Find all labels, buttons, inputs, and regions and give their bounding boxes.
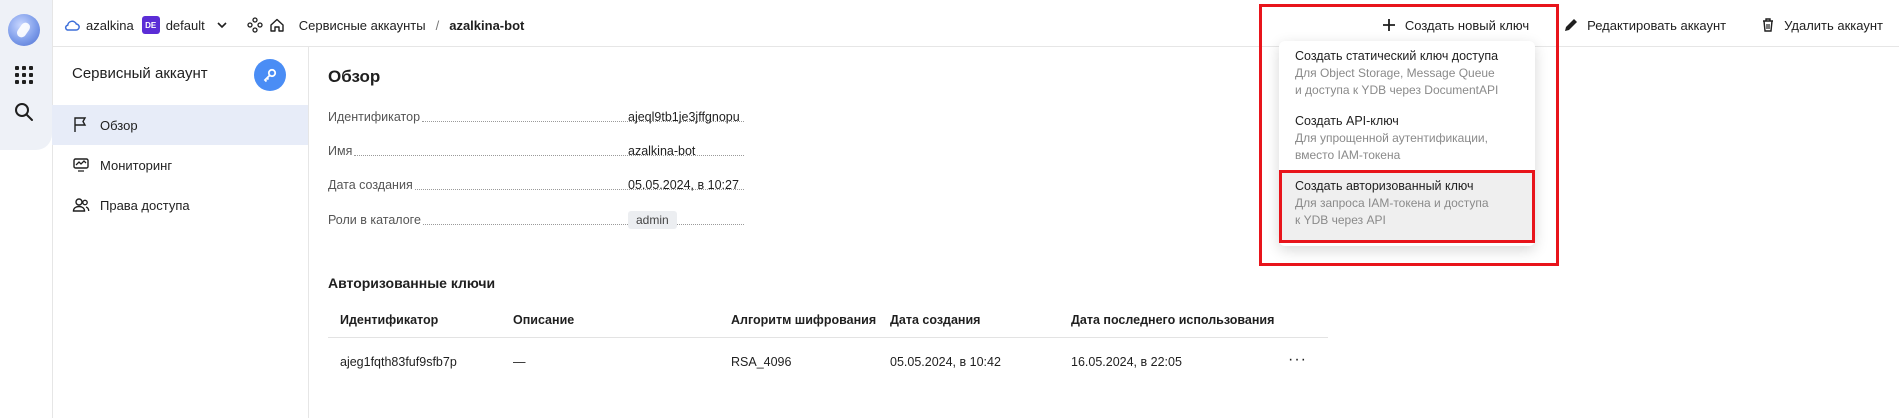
delete-account-label: Удалить аккаунт — [1784, 17, 1883, 33]
role-tag: admin — [628, 211, 677, 229]
key-icon — [263, 68, 277, 83]
dotted-leader — [422, 223, 744, 225]
breadcrumb-separator: / — [435, 17, 440, 33]
table-header: Идентификатор Описание Алгоритм шифрован… — [328, 307, 1328, 338]
column-header[interactable]: Дата создания — [890, 313, 980, 327]
users-icon — [72, 198, 90, 212]
folder-badge: DE — [141, 16, 160, 34]
service-account-sidebar: Сервисный аккаунт Обзор Мониторинг Права… — [52, 47, 309, 418]
table-cell: 05.05.2024, в 10:42 — [890, 355, 1001, 369]
row-menu-button[interactable]: ··· — [1288, 351, 1307, 369]
sidebar-item-overview[interactable]: Обзор — [52, 105, 308, 145]
table-row[interactable]: ajeg1fqth83fuf9sfb7p — RSA_4096 05.05.20… — [328, 349, 1328, 377]
prop-row-id: Идентификатор ajeql9tb1je3jffgnopu — [328, 107, 748, 127]
prop-value: 05.05.2024, в 10:27 — [628, 178, 739, 192]
create-key-dropdown: Создать статический ключ доступа Для Obj… — [1279, 41, 1535, 246]
prop-row-created: Дата создания 05.05.2024, в 10:27 — [328, 175, 748, 195]
edit-account-label: Редактировать аккаунт — [1587, 17, 1727, 33]
cloud-name[interactable]: azalkina — [86, 18, 134, 33]
prop-value: azalkina-bot — [628, 144, 696, 158]
menu-item-description: вместо IAM-токена — [1295, 148, 1401, 162]
column-header[interactable]: Алгоритм шифрования — [731, 313, 876, 327]
sidebar-item-label: Права доступа — [100, 197, 190, 213]
menu-item-title: Создать API-ключ — [1295, 114, 1399, 128]
apps-grid-icon[interactable] — [15, 66, 33, 84]
keys-section-title: Авторизованные ключи — [328, 275, 496, 291]
top-header: azalkina DE default Сервисные аккаунты /… — [52, 4, 1899, 47]
menu-item-description: к YDB через API — [1295, 213, 1386, 227]
menu-item-description: и доступа к YDB через DocumentAPI — [1295, 83, 1499, 97]
cloud-logo-icon[interactable] — [8, 14, 40, 46]
prop-value: ajeql9tb1je3jffgnopu — [628, 110, 740, 124]
home-icon[interactable] — [269, 17, 285, 33]
monitor-icon — [73, 158, 89, 172]
menu-item-description: Для Object Storage, Message Queue — [1295, 66, 1495, 80]
pencil-icon — [1565, 19, 1578, 31]
prop-key: Идентификатор — [328, 110, 421, 124]
plus-icon — [1382, 19, 1395, 31]
sidebar-title: Сервисный аккаунт — [72, 65, 208, 82]
breadcrumb-current: azalkina-bot — [449, 17, 525, 33]
menu-item-description: Для запроса IAM-токена и доступа — [1295, 196, 1489, 210]
chevron-down-icon[interactable] — [215, 18, 229, 32]
column-header[interactable]: Идентификатор — [340, 313, 438, 327]
header-actions: Создать новый ключ Редактировать аккаунт… — [1381, 4, 1883, 46]
edit-account-button[interactable]: Редактировать аккаунт — [1563, 17, 1726, 33]
column-header[interactable]: Описание — [513, 313, 574, 327]
trash-icon — [1763, 18, 1774, 32]
nodes-icon[interactable] — [247, 17, 263, 33]
key-avatar — [254, 59, 286, 91]
prop-key: Роли в каталоге — [328, 213, 421, 227]
sidebar-item-label: Мониторинг — [100, 157, 173, 173]
breadcrumb-section[interactable]: Сервисные аккаунты — [299, 18, 426, 33]
column-header[interactable]: Дата последнего использования — [1071, 313, 1274, 327]
left-rail — [0, 0, 53, 418]
table-cell: ajeg1fqth83fuf9sfb7p — [340, 355, 457, 369]
page-title: Обзор — [328, 67, 381, 86]
prop-row-name: Имя azalkina-bot — [328, 141, 748, 161]
table-cell: 16.05.2024, в 22:05 — [1071, 355, 1182, 369]
folder-name[interactable]: default — [166, 18, 205, 33]
create-key-label: Создать новый ключ — [1404, 17, 1530, 33]
flag-icon — [74, 117, 87, 132]
sidebar-item-access-rights[interactable]: Права доступа — [52, 185, 308, 225]
sidebar-item-label: Обзор — [100, 117, 138, 133]
menu-item-title: Создать статический ключ доступа — [1295, 49, 1499, 63]
create-key-button[interactable]: Создать новый ключ — [1381, 17, 1529, 33]
prop-row-roles: Роли в каталоге admin — [328, 210, 748, 230]
delete-account-button[interactable]: Удалить аккаунт — [1760, 17, 1883, 33]
menu-item-api-key[interactable]: Создать API-ключ Для упрощенной аутентиф… — [1279, 114, 1535, 170]
prop-key: Имя — [328, 144, 353, 158]
sidebar-item-monitoring[interactable]: Мониторинг — [52, 145, 308, 185]
menu-item-description: Для упрощенной аутентификации, — [1295, 131, 1488, 145]
menu-item-title: Создать авторизованный ключ — [1295, 179, 1474, 193]
prop-key: Дата создания — [328, 178, 413, 192]
table-cell: — — [513, 355, 526, 369]
cloud-icon — [64, 20, 80, 31]
table-cell: RSA_4096 — [731, 355, 792, 369]
search-icon[interactable] — [14, 102, 34, 122]
menu-item-authorized-key[interactable]: Создать авторизованный ключ Для запроса … — [1279, 173, 1535, 240]
menu-item-static-key[interactable]: Создать статический ключ доступа Для Obj… — [1279, 49, 1535, 107]
